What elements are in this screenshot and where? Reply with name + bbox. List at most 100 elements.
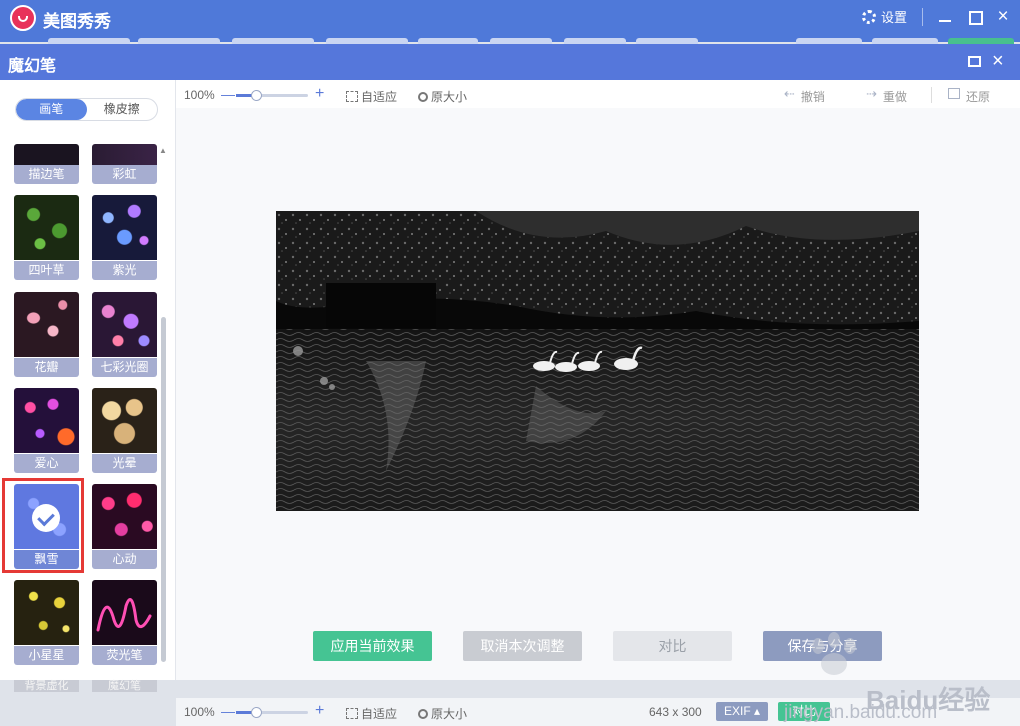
scroll-up-arrow-icon[interactable]: ▲: [159, 146, 167, 155]
brush-thumbnail: [14, 388, 79, 453]
titlebar-divider: [922, 8, 923, 26]
fit-label: 自适应: [361, 707, 398, 721]
zoom-slider-handle[interactable]: [251, 90, 262, 101]
brush-thumbnail: [92, 195, 157, 260]
brush-label: 荧光笔: [92, 646, 157, 665]
zoom-in-button[interactable]: +: [315, 85, 324, 103]
lake-swans-photo: [276, 211, 919, 511]
zoom-slider[interactable]: [236, 90, 308, 101]
exif-button[interactable]: EXIF ▴: [716, 702, 768, 721]
brush-tile-stars[interactable]: 小星星: [14, 580, 79, 665]
brush-thumbnail: [92, 580, 157, 645]
brush-tile-outline[interactable]: 描边笔: [14, 144, 79, 184]
brush-thumbnail: [92, 292, 157, 357]
image-icon: [948, 88, 960, 99]
brush-label: 彩虹: [92, 165, 157, 184]
watermark-url: jingyan.baidu.com: [784, 702, 938, 723]
app-titlebar: 美图秀秀 设置 ×: [0, 0, 1020, 42]
magnifier-icon: [418, 91, 428, 102]
brush-label: 七彩光圈: [92, 358, 157, 377]
tab-eraser[interactable]: 橡皮擦: [87, 99, 158, 120]
brush-thumbnail: [14, 292, 79, 357]
brush-tile-heart[interactable]: 爱心: [14, 388, 79, 473]
cancel-adjustment-button[interactable]: 取消本次调整: [463, 631, 582, 661]
apply-effect-button[interactable]: 应用当前效果: [313, 631, 432, 661]
brush-tile-highlighter[interactable]: 荧光笔: [92, 580, 157, 665]
fit-button[interactable]: 自适应: [346, 705, 397, 722]
original-size-label: 原大小: [431, 90, 468, 104]
zoom-level: 100%: [184, 88, 215, 102]
zoom-slider-handle[interactable]: [251, 707, 262, 718]
neon-scribble-icon: [96, 598, 152, 632]
original-size-button[interactable]: 原大小: [418, 705, 467, 722]
sidebar-scrollbar[interactable]: [161, 317, 166, 662]
background-brush-row: 背景虚化 魔幻笔: [14, 680, 159, 692]
brush-thumbnail: [92, 144, 157, 165]
canvas-area: [176, 108, 1020, 680]
restore-label: 还原: [966, 90, 991, 104]
background-brush-label: 背景虚化: [14, 680, 79, 692]
dialog-title: 魔幻笔: [8, 58, 57, 75]
exif-label: EXIF: [723, 704, 751, 718]
toolbar-divider: [931, 87, 932, 103]
brush-eraser-toggle: 画笔 橡皮擦: [15, 98, 158, 121]
close-button[interactable]: ×: [994, 7, 1012, 26]
brush-tile-heartbeat[interactable]: 心动: [92, 484, 157, 569]
fit-screen-icon: [346, 91, 358, 102]
zoom-out-button[interactable]: —: [221, 703, 235, 719]
zoom-out-button[interactable]: —: [221, 86, 235, 102]
zoom-in-button[interactable]: +: [315, 702, 324, 720]
top-toolbar: 100% — + 自适应 原大小 ⇠ 撤销 ⇢ 重做 还原: [176, 81, 1020, 109]
dialog-header: 魔幻笔 ×: [0, 44, 1020, 80]
fit-label: 自适应: [361, 90, 398, 104]
brush-thumbnail: [14, 580, 79, 645]
brush-label: 光晕: [92, 454, 157, 473]
brush-tile-rainbow-bokeh[interactable]: 七彩光圈: [92, 292, 157, 377]
gear-icon: [862, 9, 876, 24]
brush-label: 紫光: [92, 261, 157, 280]
original-size-label: 原大小: [431, 707, 468, 721]
undo-arrow-icon: ⇠: [784, 86, 795, 101]
settings-button[interactable]: 设置: [862, 7, 907, 26]
background-brush-label: 魔幻笔: [92, 680, 157, 692]
magnifier-icon: [418, 708, 428, 719]
maximize-button[interactable]: [966, 8, 984, 26]
redo-button[interactable]: ⇢ 重做: [866, 86, 907, 105]
brush-label: 四叶草: [14, 261, 79, 280]
brush-tile-petals[interactable]: 花瓣: [14, 292, 79, 377]
zoom-slider[interactable]: [236, 707, 308, 718]
dialog-maximize-button[interactable]: [968, 56, 981, 67]
tab-brush[interactable]: 画笔: [16, 99, 87, 120]
original-size-button[interactable]: 原大小: [418, 88, 467, 105]
undo-label: 撤销: [800, 90, 825, 104]
brush-thumbnail: [92, 388, 157, 453]
brush-label: 描边笔: [14, 165, 79, 184]
zoom-level: 100%: [184, 705, 215, 719]
redo-arrow-icon: ⇢: [866, 86, 877, 101]
redo-label: 重做: [882, 90, 907, 104]
meitu-logo-icon: [10, 5, 36, 31]
restore-button[interactable]: 还原: [948, 88, 990, 105]
edited-photo[interactable]: [276, 211, 919, 511]
selection-highlight: [2, 478, 84, 573]
brush-label: 爱心: [14, 454, 79, 473]
compare-button[interactable]: 对比: [613, 631, 732, 661]
brush-tile-halo[interactable]: 光晕: [92, 388, 157, 473]
app-name: 美图秀秀: [43, 12, 111, 31]
image-dimensions: 643 x 300: [649, 705, 702, 719]
brush-thumbnail: [14, 195, 79, 260]
dialog-close-button[interactable]: ×: [992, 50, 1004, 73]
fit-button[interactable]: 自适应: [346, 88, 397, 105]
minimize-button[interactable]: [936, 8, 954, 26]
brush-label: 花瓣: [14, 358, 79, 377]
brush-label: 心动: [92, 550, 157, 569]
brush-thumbnail: [92, 484, 157, 549]
brush-tile-clover[interactable]: 四叶草: [14, 195, 79, 280]
undo-button[interactable]: ⇠ 撤销: [784, 86, 825, 105]
brush-tile-purple-light[interactable]: 紫光: [92, 195, 157, 280]
watermark-text: Baidu经验 jingyan.baidu.com: [784, 680, 990, 723]
brush-label: 小星星: [14, 646, 79, 665]
brush-tile-rainbow[interactable]: 彩虹: [92, 144, 157, 184]
settings-label: 设置: [881, 10, 908, 25]
brush-thumbnail: [14, 144, 79, 165]
